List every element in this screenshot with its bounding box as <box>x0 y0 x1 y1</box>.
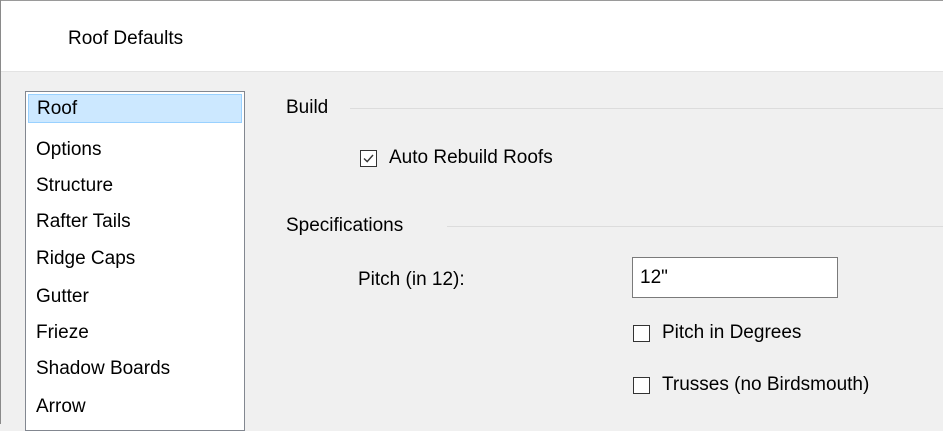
trusses-label: Trusses (no Birdsmouth) <box>662 374 870 395</box>
category-item-frieze[interactable]: Frieze <box>28 318 242 347</box>
category-item-rafter-tails[interactable]: Rafter Tails <box>28 207 242 236</box>
category-item-label: Ridge Caps <box>36 248 136 269</box>
category-item-label: Gutter <box>36 286 89 307</box>
auto-rebuild-roofs-checkbox-row[interactable]: Auto Rebuild Roofs <box>360 145 553 171</box>
category-item-options[interactable]: Options <box>28 135 242 164</box>
category-item-roof[interactable]: Roof <box>28 94 242 123</box>
pitch-in-degrees-label: Pitch in Degrees <box>662 322 802 343</box>
specifications-group-divider <box>447 226 943 227</box>
category-list[interactable]: Roof Options Structure Rafter Tails Ridg… <box>25 91 245 431</box>
dialog-title: Roof Defaults <box>68 28 184 49</box>
category-item-label: Options <box>36 139 102 160</box>
window-left-border <box>0 0 1 424</box>
auto-rebuild-roofs-label: Auto Rebuild Roofs <box>389 147 553 168</box>
trusses-checkbox-row[interactable]: Trusses (no Birdsmouth) <box>633 372 869 398</box>
roof-defaults-dialog: Roof Defaults Roof Options Structure Raf… <box>0 0 943 431</box>
specifications-group-heading: Specifications <box>286 215 404 236</box>
category-item-label: Rafter Tails <box>36 211 131 232</box>
category-item-label: Arrow <box>36 396 86 417</box>
category-item-label: Roof <box>37 98 78 119</box>
category-item-gutter[interactable]: Gutter <box>28 282 242 311</box>
checkmark-icon <box>363 154 374 163</box>
title-bar[interactable]: Roof Defaults <box>0 0 943 72</box>
pitch-in-degrees-checkbox[interactable] <box>633 324 650 342</box>
category-item-arrow[interactable]: Arrow <box>28 392 242 421</box>
pitch-in-degrees-checkbox-row[interactable]: Pitch in Degrees <box>633 320 801 346</box>
window-top-border <box>0 0 943 1</box>
build-group-heading: Build <box>286 97 329 118</box>
category-item-label: Frieze <box>36 322 89 343</box>
category-item-shadow-boards[interactable]: Shadow Boards <box>28 354 242 383</box>
pitch-input[interactable] <box>632 257 838 298</box>
auto-rebuild-roofs-checkbox[interactable] <box>360 149 377 167</box>
build-group-divider <box>350 108 943 109</box>
category-item-structure[interactable]: Structure <box>28 171 242 200</box>
trusses-checkbox[interactable] <box>633 376 650 394</box>
category-item-label: Shadow Boards <box>36 358 171 379</box>
pitch-label: Pitch (in 12): <box>358 269 465 290</box>
category-item-label: Structure <box>36 175 114 196</box>
category-item-ridge-caps[interactable]: Ridge Caps <box>28 244 242 273</box>
